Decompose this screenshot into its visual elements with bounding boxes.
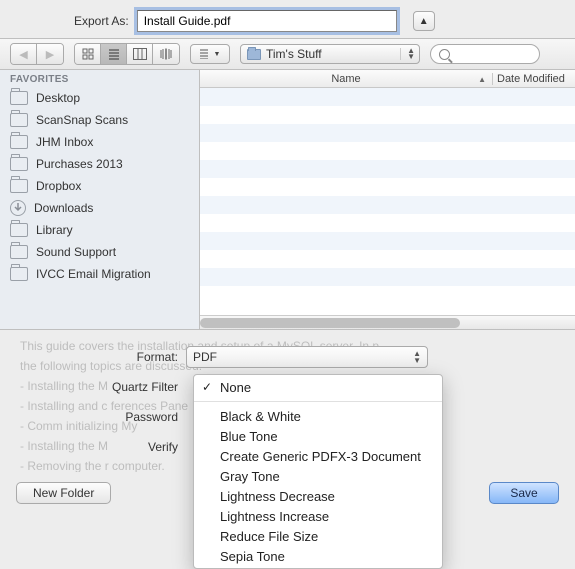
sidebar-item[interactable]: Desktop: [0, 87, 199, 109]
folder-icon: [10, 267, 28, 281]
search-input[interactable]: [430, 44, 540, 64]
menu-item[interactable]: Lightness Increase: [194, 506, 442, 526]
chevron-down-icon: ▼: [214, 51, 221, 58]
scrollbar-thumb[interactable]: [200, 318, 460, 328]
quartz-filter-menu[interactable]: None Black & WhiteBlue ToneCreate Generi…: [193, 374, 443, 569]
new-folder-button[interactable]: New Folder: [16, 482, 111, 504]
sidebar-item[interactable]: Purchases 2013: [0, 153, 199, 175]
sidebar-item-label: Sound Support: [36, 245, 116, 259]
column-header-name[interactable]: Name▲: [200, 73, 493, 85]
menu-item[interactable]: Gray Tone: [194, 466, 442, 486]
save-button[interactable]: Save: [489, 482, 559, 504]
folder-icon: [10, 179, 28, 193]
location-popup[interactable]: Tim's Stuff ▲▼: [240, 44, 420, 64]
folder-icon: [10, 91, 28, 105]
quartz-filter-label: Quartz Filter: [16, 380, 186, 394]
menu-item[interactable]: Sepia Tone: [194, 546, 442, 566]
sidebar-item[interactable]: Dropbox: [0, 175, 199, 197]
nav-group: ◀ ▶: [10, 43, 64, 65]
sidebar-item-label: Dropbox: [36, 179, 81, 193]
folder-icon: [10, 135, 28, 149]
sidebar-item-label: ScanSnap Scans: [36, 113, 128, 127]
sidebar-item-label: JHM Inbox: [36, 135, 93, 149]
horizontal-scrollbar[interactable]: [200, 315, 575, 329]
sidebar-section-header: FAVORITES: [0, 70, 199, 87]
sidebar-item-label: Desktop: [36, 91, 80, 105]
folder-icon: [10, 113, 28, 127]
chevron-right-icon: ▶: [46, 48, 54, 61]
arrange-icon: [200, 49, 212, 59]
list-icon: [108, 48, 120, 60]
coverflow-view-button[interactable]: [153, 44, 179, 64]
sidebar-item[interactable]: ScanSnap Scans: [0, 109, 199, 131]
chevron-left-icon: ◀: [19, 48, 27, 61]
icon-view-button[interactable]: [75, 44, 101, 64]
forward-button[interactable]: ▶: [37, 44, 63, 64]
menu-item[interactable]: Create Generic PDFX-3 Document: [194, 446, 442, 466]
sidebar-item[interactable]: IVCC Email Migration: [0, 263, 199, 285]
sidebar-item[interactable]: Sound Support: [0, 241, 199, 263]
columns-icon: [133, 48, 147, 60]
coverflow-icon: [159, 48, 173, 60]
column-view-button[interactable]: [127, 44, 153, 64]
format-value: PDF: [193, 350, 217, 364]
list-view-button[interactable]: [101, 44, 127, 64]
column-header-row: Name▲ Date Modified: [200, 70, 575, 88]
updown-arrows-icon: ▲▼: [400, 48, 415, 60]
toolbar: ◀ ▶ ▼ Tim's Stuff ▲▼: [0, 38, 575, 70]
location-label: Tim's Stuff: [266, 47, 322, 61]
folder-icon: [10, 223, 28, 237]
sidebar-item-label: Library: [36, 223, 73, 237]
password-label: Password: [16, 410, 186, 424]
grid-icon: [82, 48, 94, 60]
search-icon: [439, 49, 450, 60]
triangle-up-icon: ▲: [419, 16, 429, 27]
collapse-toggle-button[interactable]: ▲: [413, 11, 435, 31]
menu-item[interactable]: Reduce File Size: [194, 526, 442, 546]
sidebar-item[interactable]: JHM Inbox: [0, 131, 199, 153]
sidebar-item-label: IVCC Email Migration: [36, 267, 151, 281]
menu-item[interactable]: Blue Tone: [194, 426, 442, 446]
sort-asc-icon: ▲: [478, 75, 486, 84]
sidebar-item[interactable]: Downloads: [0, 197, 199, 219]
format-label: Format:: [16, 350, 186, 364]
arrange-menu-button[interactable]: ▼: [190, 44, 230, 64]
filename-input[interactable]: [137, 10, 397, 32]
folder-icon: [247, 49, 261, 60]
sidebar: FAVORITES Desktop ScanSnap Scans JHM Inbox…: [0, 70, 200, 329]
file-list[interactable]: [200, 88, 575, 315]
menu-item-none[interactable]: None: [194, 377, 442, 397]
menu-item[interactable]: Lightness Decrease: [194, 486, 442, 506]
verify-label: Verify: [16, 440, 186, 454]
back-button[interactable]: ◀: [11, 44, 37, 64]
export-as-label: Export As:: [74, 14, 129, 28]
download-icon: [10, 200, 26, 216]
format-select[interactable]: PDF ▲▼: [186, 346, 428, 368]
sidebar-item-label: Downloads: [34, 201, 93, 215]
menu-item[interactable]: Black & White: [194, 406, 442, 426]
updown-arrows-icon: ▲▼: [413, 350, 421, 364]
view-mode-group: [74, 43, 180, 65]
folder-icon: [10, 245, 28, 259]
folder-icon: [10, 157, 28, 171]
sidebar-item-label: Purchases 2013: [36, 157, 123, 171]
column-header-date[interactable]: Date Modified: [493, 73, 575, 85]
menu-separator: [194, 401, 442, 402]
sidebar-item[interactable]: Library: [0, 219, 199, 241]
